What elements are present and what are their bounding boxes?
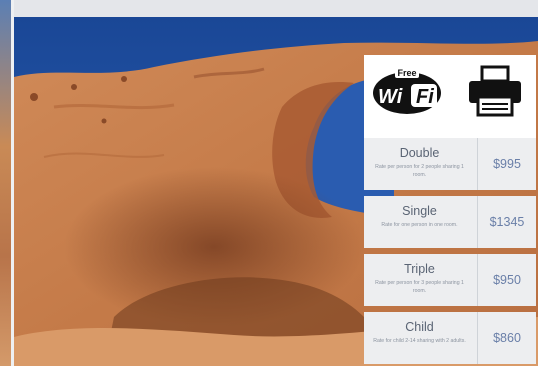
rate-price: $860 [493,331,521,345]
printer-icon [466,65,524,117]
rate-description: Rate for child 2-14 sharing with 2 adult… [373,338,466,344]
rate-info: Double Rate per person for 2 people shar… [364,138,475,190]
rate-row-triple: Triple Rate per person for 3 people shar… [364,254,536,306]
wifi-icon: Free Wi Fi [372,65,442,115]
rate-description: Rate for one person in one room. [381,222,458,228]
rate-info: Triple Rate per person for 3 people shar… [364,254,475,306]
rate-info: Single Rate for one person in one room. [364,196,475,248]
rate-price: $1345 [489,215,525,229]
rate-description: Rate per person for 2 people sharing 1 r… [375,164,464,178]
rate-name: Triple [404,262,435,276]
rate-info: Child Rate for child 2-14 sharing with 2… [364,312,475,364]
rate-name: Child [405,320,434,334]
rate-description: Rate per person for 3 people sharing 1 r… [375,280,464,294]
svg-text:Wi: Wi [378,86,403,108]
left-image-strip [0,0,14,366]
rate-row-single: Single Rate for one person in one room. … [364,196,536,248]
rates-panel: Free Wi Fi Double Rate per person for 2 … [364,55,536,366]
svg-text:Fi: Fi [416,86,434,108]
rate-row-child: Child Rate for child 2-14 sharing with 2… [364,312,536,364]
rate-row-double: Double Rate per person for 2 people shar… [364,138,536,190]
rate-name: Single [402,204,437,218]
rate-price: $950 [493,273,521,287]
rate-name: Double [399,146,440,160]
svg-text:Free: Free [397,68,416,78]
rate-price: $995 [493,157,521,171]
amenities-box: Free Wi Fi [364,55,536,138]
